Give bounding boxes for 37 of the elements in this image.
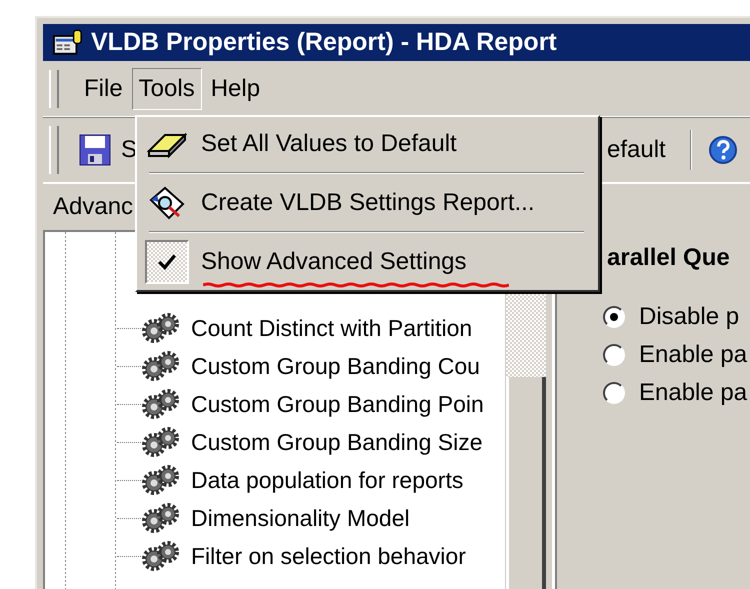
radio-label: Enable pa — [639, 379, 748, 407]
menu-entry[interactable]: Show Advanced Settings — [141, 241, 594, 282]
section-label: Advanc — [53, 193, 134, 221]
radio-button[interactable] — [603, 344, 625, 366]
gears-icon — [141, 540, 181, 572]
default-label: efault — [607, 136, 666, 164]
radio-label: Enable pa — [639, 341, 748, 369]
gears-icon — [141, 350, 181, 382]
gears-icon — [141, 388, 181, 420]
toolbar-grip[interactable] — [49, 126, 59, 174]
radio-label: Disable p — [639, 303, 740, 331]
radio-button[interactable] — [603, 306, 625, 328]
gears-icon — [141, 464, 181, 496]
app-icon — [53, 29, 83, 56]
gears-icon — [141, 312, 181, 344]
gears-icon — [141, 426, 181, 458]
menu-item[interactable]: Tools — [132, 68, 202, 110]
tree-item[interactable]: Custom Group Banding Size — [191, 428, 482, 456]
panel-heading: arallel Que — [606, 244, 731, 272]
tree-item[interactable]: Custom Group Banding Poin — [191, 390, 484, 418]
tree-item[interactable]: Data population for reports — [191, 466, 464, 494]
tree-item[interactable]: Filter on selection behavior — [191, 542, 466, 570]
window-title: VLDB Properties (Report) - HDA Report — [91, 28, 557, 57]
menu-entry[interactable]: Create VLDB Settings Report... — [141, 182, 594, 223]
save-icon[interactable] — [79, 134, 111, 166]
save-label: S — [121, 136, 138, 164]
report-icon — [147, 186, 187, 220]
tree-item[interactable]: Custom Group Banding Cou — [191, 352, 480, 380]
gears-icon — [141, 502, 181, 534]
tree-item[interactable]: Count Distinct with Partition — [191, 314, 472, 342]
menu-entry[interactable]: Set All Values to Default — [141, 123, 594, 164]
radio-button[interactable] — [603, 382, 625, 404]
menubar-grip[interactable] — [49, 70, 59, 108]
tree-item[interactable]: Dimensionality Model — [191, 504, 410, 532]
menu-item[interactable]: Help — [204, 68, 268, 110]
menu-item[interactable]: File — [77, 68, 130, 110]
help-icon[interactable] — [708, 135, 738, 165]
